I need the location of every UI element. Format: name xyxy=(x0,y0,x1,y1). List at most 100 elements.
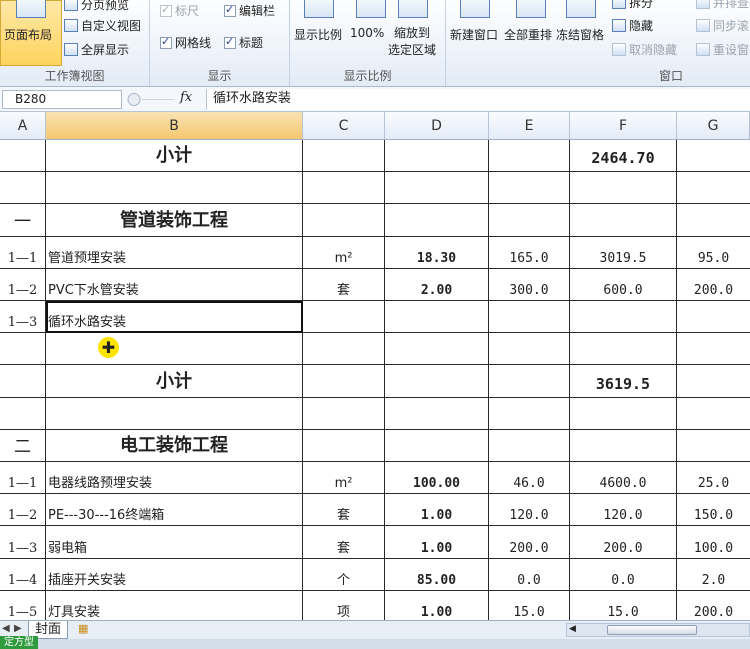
zoom-to-selection-label-2[interactable]: 选定区域 xyxy=(388,41,436,58)
cell-a[interactable]: 二 xyxy=(0,429,46,462)
cell-g[interactable]: 2.0 xyxy=(677,559,750,591)
cell-g[interactable]: 100.0 xyxy=(677,526,750,559)
hundred-percent-button[interactable]: 100% xyxy=(350,26,384,40)
cell-d[interactable] xyxy=(385,397,489,430)
first-sheet-icon[interactable]: ◀ xyxy=(2,623,10,634)
cell-d[interactable] xyxy=(385,172,489,205)
synchronous-scrolling-button[interactable]: 同步滚 xyxy=(696,17,749,34)
formula-bar-checkbox[interactable]: 编辑栏 xyxy=(224,2,275,19)
cell-a[interactable] xyxy=(0,172,46,205)
cell-g[interactable] xyxy=(677,301,750,334)
cell-b[interactable]: 弱电箱 xyxy=(46,526,303,559)
cell-d[interactable] xyxy=(385,333,489,366)
zoom-to-selection-label-1[interactable]: 缩放到 xyxy=(394,24,430,41)
ruler-checkbox[interactable]: 标尺 xyxy=(160,2,199,19)
new-window-button[interactable]: 新建窗口 xyxy=(450,26,498,43)
cell-g[interactable] xyxy=(677,172,750,205)
cell-d[interactable] xyxy=(385,140,489,173)
cell-b[interactable]: 管道预埋安装 xyxy=(46,236,303,269)
last-sheet-icon[interactable]: ▶ xyxy=(14,623,22,634)
cell-g[interactable] xyxy=(677,140,750,173)
cell-f[interactable]: 0.0 xyxy=(570,558,677,591)
arrange-all-button[interactable]: 全部重排 xyxy=(504,26,552,43)
cell-f[interactable] xyxy=(570,172,677,205)
cell-e[interactable] xyxy=(489,429,570,462)
cell-e[interactable] xyxy=(489,397,570,430)
horizontal-scrollbar[interactable]: ◀ xyxy=(566,623,750,637)
freeze-panes-button[interactable]: 冻结窗格 xyxy=(556,26,604,43)
cell-g[interactable]: 150.0 xyxy=(677,494,750,527)
name-box[interactable]: B280 xyxy=(2,90,122,109)
cell-e[interactable]: 120.0 xyxy=(489,494,570,527)
cell-c[interactable] xyxy=(303,333,385,366)
cell-a[interactable]: 1—3 xyxy=(0,301,46,334)
cell-f[interactable] xyxy=(570,333,677,366)
cell-e[interactable]: 300.0 xyxy=(489,268,570,301)
cell-e[interactable]: 46.0 xyxy=(489,462,570,495)
cell-a[interactable]: 1—3 xyxy=(0,526,46,559)
cell-e[interactable]: 165.0 xyxy=(489,236,570,269)
cell-e[interactable]: 0.0 xyxy=(489,558,570,591)
cell-d[interactable] xyxy=(385,365,489,398)
formula-input[interactable]: 循环水路安装 xyxy=(206,89,750,110)
cell-b[interactable] xyxy=(46,397,303,430)
cell-g[interactable] xyxy=(677,204,750,237)
cell-a[interactable] xyxy=(0,140,46,173)
cell-d[interactable] xyxy=(385,429,489,462)
cell-a[interactable]: 1—2 xyxy=(0,268,46,301)
cell-f[interactable]: 4600.0 xyxy=(570,462,677,495)
full-screen-button[interactable]: 全屏显示 xyxy=(64,41,129,58)
page-break-preview-button[interactable]: 分页预览 xyxy=(64,0,129,13)
horizontal-scroll-thumb[interactable] xyxy=(607,625,697,635)
cell-d[interactable]: 18.30 xyxy=(385,236,489,269)
view-side-by-side-button[interactable]: 并排查看 xyxy=(696,0,750,11)
reset-window-position-button[interactable]: 重设窗 xyxy=(696,41,749,58)
cell-b[interactable]: 循环水路安装 xyxy=(46,301,303,334)
gridlines-checkbox[interactable]: 网格线 xyxy=(160,34,211,51)
cell-b[interactable] xyxy=(46,333,303,366)
cell-a[interactable]: 1—4 xyxy=(0,558,46,591)
cell-f[interactable]: 3619.5 xyxy=(570,365,677,398)
column-header-g[interactable]: G xyxy=(677,112,750,140)
worksheet-grid[interactable]: ABCDEFG 小计 2464.70 一管道装饰工程 1—1 管道预埋安装 m² 18.30… xyxy=(0,112,750,620)
cell-b[interactable]: 管道装饰工程 xyxy=(46,204,303,237)
column-header-a[interactable]: A xyxy=(0,112,46,140)
cell-b[interactable]: 小计 xyxy=(46,365,303,398)
cell-a[interactable] xyxy=(0,333,46,366)
cell-a[interactable]: 一 xyxy=(0,204,46,237)
cell-c[interactable] xyxy=(303,429,385,462)
cell-c[interactable] xyxy=(303,140,385,173)
cell-c[interactable]: m² xyxy=(303,462,385,495)
cell-c[interactable]: 个 xyxy=(303,558,385,591)
cell-f[interactable] xyxy=(570,429,677,462)
cell-f[interactable]: 15.0 xyxy=(570,590,677,620)
column-header-e[interactable]: E xyxy=(489,112,570,140)
cell-c[interactable]: 套 xyxy=(303,494,385,527)
column-header-b[interactable]: B xyxy=(46,112,303,140)
cell-c[interactable] xyxy=(303,365,385,398)
cell-e[interactable]: 15.0 xyxy=(489,590,570,620)
cell-e[interactable]: 200.0 xyxy=(489,526,570,559)
custom-views-button[interactable]: 自定义视图 xyxy=(64,17,141,34)
cell-c[interactable]: 套 xyxy=(303,268,385,301)
cell-b[interactable]: 灯具安装 xyxy=(46,590,303,620)
cell-b[interactable]: 电工装饰工程 xyxy=(46,429,303,462)
cell-g[interactable] xyxy=(677,398,750,430)
cell-a[interactable]: 1—5 xyxy=(0,590,46,620)
scroll-left-icon[interactable]: ◀ xyxy=(569,624,576,634)
cell-c[interactable] xyxy=(303,172,385,205)
cell-c[interactable] xyxy=(303,204,385,237)
column-header-c[interactable]: C xyxy=(303,112,385,140)
cell-g[interactable]: 25.0 xyxy=(677,462,750,495)
cell-e[interactable] xyxy=(489,333,570,366)
cell-d[interactable]: 2.00 xyxy=(385,268,489,301)
cell-b[interactable]: PVC下水管安装 xyxy=(46,268,303,301)
insert-function-button[interactable]: fx xyxy=(180,90,192,105)
cell-d[interactable] xyxy=(385,204,489,237)
cell-g[interactable] xyxy=(677,365,750,398)
cell-f[interactable]: 120.0 xyxy=(570,494,677,527)
cell-f[interactable] xyxy=(570,397,677,430)
hide-button[interactable]: 隐藏 xyxy=(612,17,653,34)
cell-c[interactable]: 套 xyxy=(303,526,385,559)
cell-d[interactable]: 100.00 xyxy=(385,462,489,495)
